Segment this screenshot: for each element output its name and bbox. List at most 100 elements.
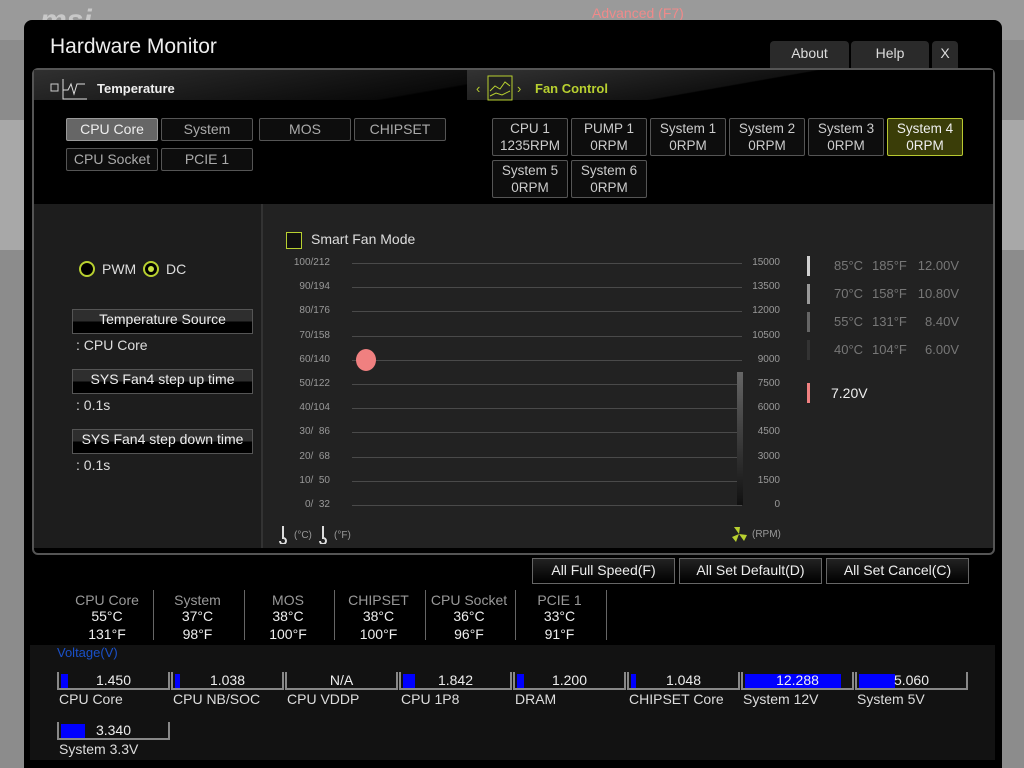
window-title: Hardware Monitor (50, 35, 217, 58)
temp-name: PCIE 1 (537, 592, 582, 608)
voltage-value: 1.200 (551, 672, 588, 688)
fan-curve-point[interactable] (356, 348, 376, 371)
chevron-right-icon[interactable]: › (517, 81, 521, 96)
y-tick-right: 10500 (752, 329, 780, 341)
y-tick-left: 100/212 (293, 257, 330, 268)
fan-rpm: 0RPM (511, 180, 549, 195)
y-tick-left: 60/140 (299, 353, 330, 365)
fan-name: System 5 (501, 163, 559, 178)
y-tick-right: 6000 (757, 402, 780, 414)
voltage-bar: 12.288 (741, 672, 854, 690)
step-down-time-button[interactable]: SYS Fan4 step down time (72, 429, 253, 454)
legend-fahrenheit: 185°F (872, 258, 907, 273)
voltage-legend-bar (807, 340, 810, 360)
temperature-readout: MOS 38°C 100°F (243, 592, 333, 642)
fan-rpm: 0RPM (748, 138, 786, 153)
temp-fahrenheit: 131°F (88, 626, 126, 642)
fan-rpm: 0RPM (669, 138, 707, 153)
temp-fahrenheit: 100°F (269, 626, 307, 642)
smart-fan-mode-checkbox[interactable] (286, 232, 302, 249)
gridline (352, 311, 742, 313)
temp-source-button[interactable]: System (161, 118, 253, 141)
fahrenheit-unit: (°F) (334, 530, 351, 541)
voltage-name: System 3.3V (59, 741, 139, 757)
fan-rpm: 0RPM (590, 180, 628, 195)
pwm-radio[interactable] (79, 261, 95, 277)
voltage-bar: 3.340 (57, 722, 170, 740)
fan-control-icon (487, 75, 513, 101)
temp-source-button[interactable]: MOS (259, 118, 351, 141)
y-tick-left: 40/104 (299, 402, 330, 414)
temperature-readout: CPU Core 55°C 131°F (62, 592, 152, 642)
voltage-name: System 5V (857, 691, 925, 707)
dc-radio[interactable] (143, 261, 159, 277)
help-button[interactable]: Help (851, 41, 929, 68)
temp-name: MOS (272, 592, 304, 608)
step-up-time-value: : 0.1s (76, 397, 111, 413)
fan-select-button[interactable]: PUMP 1 0RPM (571, 118, 647, 156)
celsius-unit: (°C) (294, 530, 312, 541)
gridline (352, 287, 742, 289)
legend-fahrenheit: 158°F (872, 286, 907, 301)
all-set-cancel-button[interactable]: All Set Cancel(C) (826, 558, 969, 584)
temp-fahrenheit: 96°F (454, 626, 484, 642)
temp-celsius: 38°C (272, 608, 304, 624)
fan-name: System 2 (738, 121, 796, 136)
temperature-source-button[interactable]: Temperature Source (72, 309, 253, 334)
gridline (352, 335, 742, 337)
advanced-mode-label: Advanced (F7) (592, 5, 684, 21)
fan-name: System 6 (580, 163, 638, 178)
close-button[interactable]: X (932, 41, 958, 68)
fan-select-button[interactable]: System 4 0RPM (887, 118, 963, 156)
y-tick-right: 7500 (757, 378, 780, 389)
voltage-legend-bar (807, 284, 810, 304)
temp-source-button[interactable]: CPU Core (66, 118, 158, 141)
temperature-source-value: : CPU Core (76, 337, 148, 353)
fan-select-button[interactable]: System 6 0RPM (571, 160, 647, 198)
legend-celsius: 55°C (834, 314, 864, 329)
thermometer-fahrenheit-icon (319, 526, 327, 544)
temp-source-button[interactable]: PCIE 1 (161, 148, 253, 171)
voltage-legend-bar (807, 312, 810, 332)
fan-name: PUMP 1 (583, 121, 635, 136)
tab-fan-control[interactable]: Fan Control (535, 81, 608, 96)
legend-voltage: 6.00V (925, 342, 959, 357)
fan-name: System 1 (659, 121, 717, 136)
voltage-value: 3.340 (95, 722, 132, 738)
smart-fan-mode-label: Smart Fan Mode (311, 231, 416, 247)
voltage-bar: 1.048 (627, 672, 740, 690)
temp-celsius: 36°C (453, 608, 485, 624)
fan-select-button[interactable]: System 3 0RPM (808, 118, 884, 156)
temp-fahrenheit: 100°F (359, 626, 398, 642)
pwm-label: PWM (102, 261, 137, 277)
temp-name: CPU Core (75, 592, 139, 608)
voltage-bar: 1.038 (171, 672, 284, 690)
temp-source-button[interactable]: CPU Socket (66, 148, 158, 171)
rpm-slider[interactable] (737, 371, 743, 505)
fan-select-button[interactable]: System 1 0RPM (650, 118, 726, 156)
y-tick-right: 3000 (757, 450, 780, 462)
step-up-time-button[interactable]: SYS Fan4 step up time (72, 369, 253, 394)
legend-celsius: 70°C (834, 286, 864, 301)
y-tick-left: 50/122 (299, 378, 330, 389)
column-divider (605, 590, 607, 640)
fan-select-button[interactable]: System 5 0RPM (492, 160, 568, 198)
fan-select-button[interactable]: System 2 0RPM (729, 118, 805, 156)
fan-select-button[interactable]: CPU 1 1235RPM (492, 118, 568, 156)
all-set-default-button[interactable]: All Set Default(D) (679, 558, 822, 584)
tab-temperature[interactable]: Temperature (97, 81, 175, 96)
thermometer-celsius-icon (279, 526, 287, 544)
gridline (352, 263, 742, 264)
temp-source-button[interactable]: CHIPSET (354, 118, 446, 141)
chevron-left-icon[interactable]: ‹ (476, 81, 480, 96)
gridline (352, 432, 742, 434)
voltage-title: Voltage(V) (57, 645, 118, 660)
about-button[interactable]: About (770, 41, 849, 68)
dc-label: DC (166, 261, 187, 277)
voltage-bar: 1.200 (513, 672, 626, 690)
y-tick-right: 9000 (757, 353, 780, 365)
legend-voltage: 10.80V (917, 286, 959, 301)
legend-voltage: 12.00V (917, 258, 959, 273)
temp-name: CPU Socket (430, 592, 508, 608)
all-full-speed-button[interactable]: All Full Speed(F) (532, 558, 675, 584)
